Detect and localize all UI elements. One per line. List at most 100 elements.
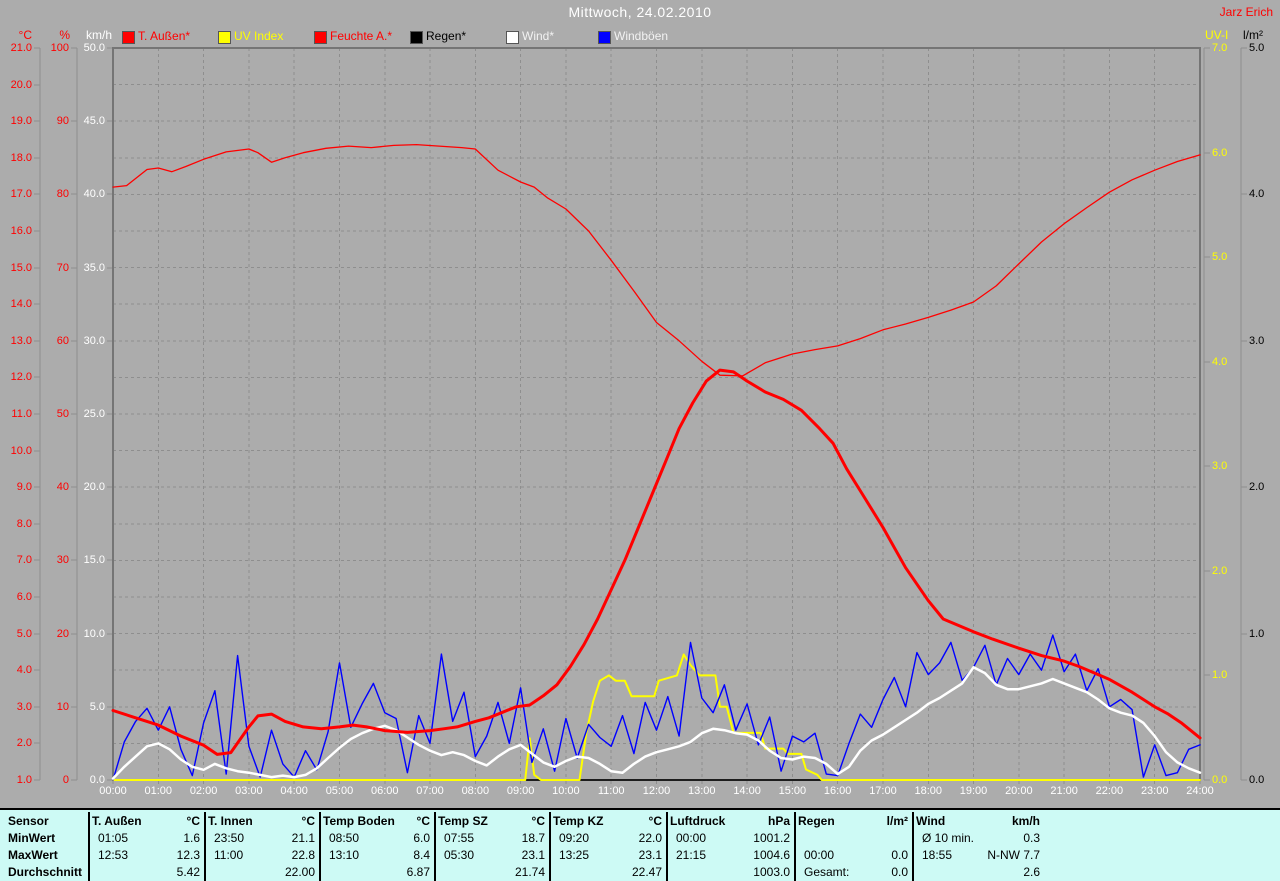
y-axis-tick-label: 15.0 [83, 554, 105, 567]
y-axis-tick-label: 9.0 [16, 481, 32, 494]
y-axis-tick-label: 10.0 [10, 444, 32, 457]
y-axis-tick-label: 19.0 [10, 115, 32, 128]
y-axis-tick-label: 1.0 [1249, 627, 1265, 640]
y-axis-tick-label: 17.0 [10, 188, 32, 201]
x-axis-tick-label: 07:00 [416, 785, 444, 797]
x-axis-tick-label: 21:00 [1050, 785, 1078, 797]
legend-swatch-icon [598, 31, 611, 44]
table-column-separator [434, 812, 436, 881]
table-cell: 1003.0 [753, 865, 790, 879]
table-cell: 22.8 [291, 848, 315, 862]
table-cell: 21.74 [514, 865, 545, 879]
x-axis-tick-label: 01:00 [144, 785, 173, 797]
axis-unit-label: UV-I [1205, 28, 1229, 42]
x-axis-tick-label: 12:00 [642, 785, 671, 797]
chart-plot-area[interactable] [0, 0, 1280, 881]
legend-label: Feuchte A.* [330, 29, 393, 43]
table-cell: °C [531, 814, 545, 828]
table-cell: 21.1 [291, 831, 315, 845]
y-axis-tick-label: 40.0 [83, 188, 105, 201]
legend-label: UV Index [234, 29, 284, 43]
table-cell: 1004.6 [753, 848, 790, 862]
y-axis-tick-label: 4.0 [16, 664, 32, 677]
x-axis-tick-label: 23:00 [1140, 785, 1169, 797]
axis-unit-label: l/m² [1243, 28, 1263, 42]
table-cell: 8.4 [413, 848, 430, 862]
x-axis-tick-label: 08:00 [461, 785, 490, 797]
y-axis-tick-label: 6.0 [1212, 146, 1228, 159]
y-axis-tick-label: 4.0 [1249, 188, 1265, 201]
y-axis-tick-label: 0 [62, 774, 69, 786]
x-axis-tick-label: 18:00 [914, 785, 943, 797]
y-axis-tick-label: 16.0 [10, 225, 32, 237]
x-axis-tick-label: 22:00 [1095, 785, 1124, 797]
table-column-separator [794, 812, 796, 881]
table-cell: 22.00 [284, 865, 315, 879]
table-cell: °C [648, 814, 662, 828]
table-cell: 6.0 [413, 831, 430, 845]
y-axis-tick-label: 3.0 [1249, 334, 1265, 347]
table-cell: N-NW 7.7 [987, 848, 1040, 862]
y-axis-tick-label: 5.0 [1249, 42, 1265, 54]
y-axis-tick-label: 7.0 [1212, 42, 1228, 54]
table-cell: 0.0 [891, 848, 908, 862]
legend-swatch-icon [410, 31, 423, 44]
x-axis-tick-label: 15:00 [778, 785, 807, 797]
y-axis-tick-label: 8.0 [16, 517, 32, 530]
table-cell: 12.3 [176, 848, 200, 862]
x-axis-tick-label: 14:00 [733, 785, 761, 797]
y-axis-tick-label: 0.0 [1249, 774, 1265, 786]
y-axis-tick-label: 35.0 [83, 261, 105, 274]
y-axis-tick-label: 7.0 [16, 554, 32, 567]
x-axis-tick-label: 20:00 [1005, 785, 1033, 797]
x-axis-tick-label: 10:00 [552, 785, 580, 797]
table-cell: 6.87 [406, 865, 430, 879]
y-axis-tick-label: 50 [56, 408, 69, 420]
table-column-separator [549, 812, 551, 881]
table-cell: 2.6 [1023, 865, 1040, 879]
x-axis-tick-label: 02:00 [189, 785, 218, 797]
x-axis-tick-label: 03:00 [235, 785, 263, 797]
y-axis-tick-label: 90 [56, 115, 69, 128]
legend-label: Windböen [614, 29, 669, 43]
axis-unit-label: km/h [85, 28, 112, 42]
x-axis-tick-label: 06:00 [370, 785, 399, 797]
y-axis-tick-label: 3.0 [16, 700, 32, 713]
y-axis-tick-label: 2.0 [1212, 564, 1228, 577]
legend-swatch-icon [122, 31, 135, 44]
legend-swatch-icon [506, 31, 519, 44]
y-axis-tick-label: 14.0 [10, 298, 32, 311]
table-cell: 5.42 [176, 865, 200, 879]
table-cell: l/m² [886, 814, 908, 828]
x-axis-tick-label: 24:00 [1186, 785, 1214, 797]
axis-unit-label: °C [18, 28, 32, 42]
table-cell: Sensor [8, 814, 49, 828]
table-cell: 0.0 [891, 865, 908, 879]
y-axis-tick-label: 3.0 [1212, 460, 1228, 473]
sensor-stats-table: Sensor MinWert MaxWert Durchschnitt T. Außen… [0, 808, 1280, 881]
table-cell: 22.0 [638, 831, 662, 845]
y-axis-tick-label: 2.0 [1249, 481, 1265, 494]
legend-label: Regen* [426, 29, 467, 43]
x-axis-tick-label: 04:00 [280, 785, 308, 797]
table-cell: MaxWert [8, 848, 58, 862]
y-axis-tick-label: 21.0 [10, 42, 32, 54]
table-cell: 1001.2 [753, 831, 790, 845]
x-axis-tick-label: 09:00 [506, 785, 535, 797]
y-axis-tick-label: 6.0 [16, 591, 32, 603]
table-column-separator [319, 812, 321, 881]
y-axis-tick-label: 4.0 [1212, 355, 1228, 368]
x-axis-tick-label: 00:00 [99, 785, 127, 797]
y-axis-tick-label: 12.0 [10, 371, 32, 384]
y-axis-tick-label: 5.0 [16, 627, 32, 640]
x-axis-tick-label: 19:00 [959, 785, 988, 797]
x-axis-tick-label: 16:00 [823, 785, 852, 797]
y-axis-tick-label: 50.0 [83, 42, 105, 54]
y-axis-tick-label: 13.0 [10, 334, 32, 347]
table-column-separator [912, 812, 914, 881]
legend-swatch-icon [314, 31, 327, 44]
x-axis-tick-label: 05:00 [325, 785, 354, 797]
table-cell: Durchschnitt [8, 865, 83, 879]
x-axis-tick-label: 13:00 [688, 785, 716, 797]
table-cell: 23.1 [638, 848, 662, 862]
